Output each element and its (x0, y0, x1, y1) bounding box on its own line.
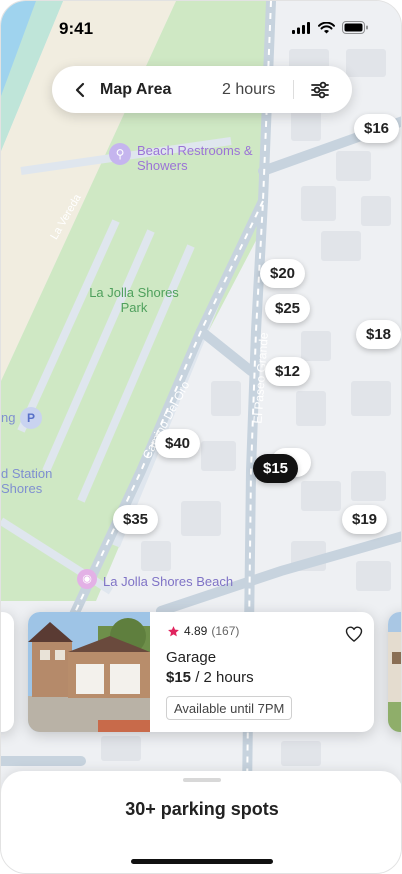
search-title[interactable]: Map Area (100, 81, 171, 99)
listing-photo (28, 612, 150, 732)
price-suffix: / 2 hours (195, 669, 254, 686)
status-bar: 9:41 (1, 1, 401, 55)
listing-card-next[interactable] (388, 612, 401, 732)
wifi-icon (318, 21, 335, 33)
price-marker-selected[interactable]: $15 (253, 454, 299, 483)
battery-icon (342, 21, 368, 34)
phone-screen: ⚲ P ◉ Beach Restrooms & Showers La Jolla… (0, 0, 402, 874)
park-label: La Jolla Shores Park (89, 285, 179, 315)
listing-card-previous[interactable] (1, 612, 14, 732)
star-icon (168, 625, 179, 636)
station-label-line2: Shores (1, 481, 43, 496)
review-count: (167) (211, 624, 240, 638)
restrooms-label: Beach Restrooms & Showers (137, 143, 253, 173)
status-time: 9:41 (59, 19, 94, 38)
price-marker[interactable]: $18 (356, 320, 401, 349)
next-listing-photo (388, 612, 401, 732)
listing-price: $15 / 2 hours (166, 669, 254, 686)
parking-icon: P (26, 411, 35, 425)
filter-button[interactable] (304, 74, 336, 106)
map-canvas[interactable] (1, 1, 402, 874)
station-label-line1: d Station (1, 466, 53, 481)
listing-rating: 4.89 (167) (167, 624, 239, 638)
price-value: $15 (166, 669, 192, 686)
price-marker[interactable]: $35 (113, 505, 159, 534)
price-marker[interactable]: $40 (155, 429, 201, 458)
station-label: d Station Shores (1, 466, 52, 496)
price-marker[interactable]: $25 (265, 294, 311, 323)
cellular-signal-icon (292, 21, 310, 34)
heart-outline-icon[interactable] (344, 624, 364, 644)
price-marker[interactable]: $12 (265, 357, 311, 386)
rating-value: 4.89 (184, 624, 208, 638)
pill-divider (293, 80, 294, 99)
map-area-search-bar[interactable]: Map Area 2 hours (52, 66, 352, 113)
home-indicator[interactable] (131, 859, 273, 864)
price-marker[interactable]: $20 (260, 259, 306, 288)
sheet-grabber[interactable] (183, 778, 221, 782)
restroom-icon: ⚲ (115, 147, 125, 161)
chevron-left-icon (75, 82, 85, 97)
camera-icon: ◉ (82, 573, 92, 585)
map[interactable]: ⚲ P ◉ Beach Restrooms & Showers La Jolla… (1, 1, 402, 874)
listing-type: Garage (166, 649, 217, 666)
sliders-icon (311, 81, 329, 99)
parking-partial-label: ng (1, 410, 16, 425)
listing-card[interactable]: 4.89 (167) Garage $15 / 2 hours Availabl… (28, 612, 374, 732)
parking-spots-count: 30+ parking spots (125, 799, 279, 819)
beach-label: La Jolla Shores Beach (103, 574, 234, 589)
duration-value[interactable]: 2 hours (222, 81, 275, 99)
price-marker[interactable]: $16 (354, 114, 400, 143)
price-marker[interactable]: $19 (342, 505, 388, 534)
status-icons (292, 21, 369, 34)
back-button[interactable] (60, 66, 100, 113)
availability-badge: Available until 7PM (166, 696, 293, 720)
